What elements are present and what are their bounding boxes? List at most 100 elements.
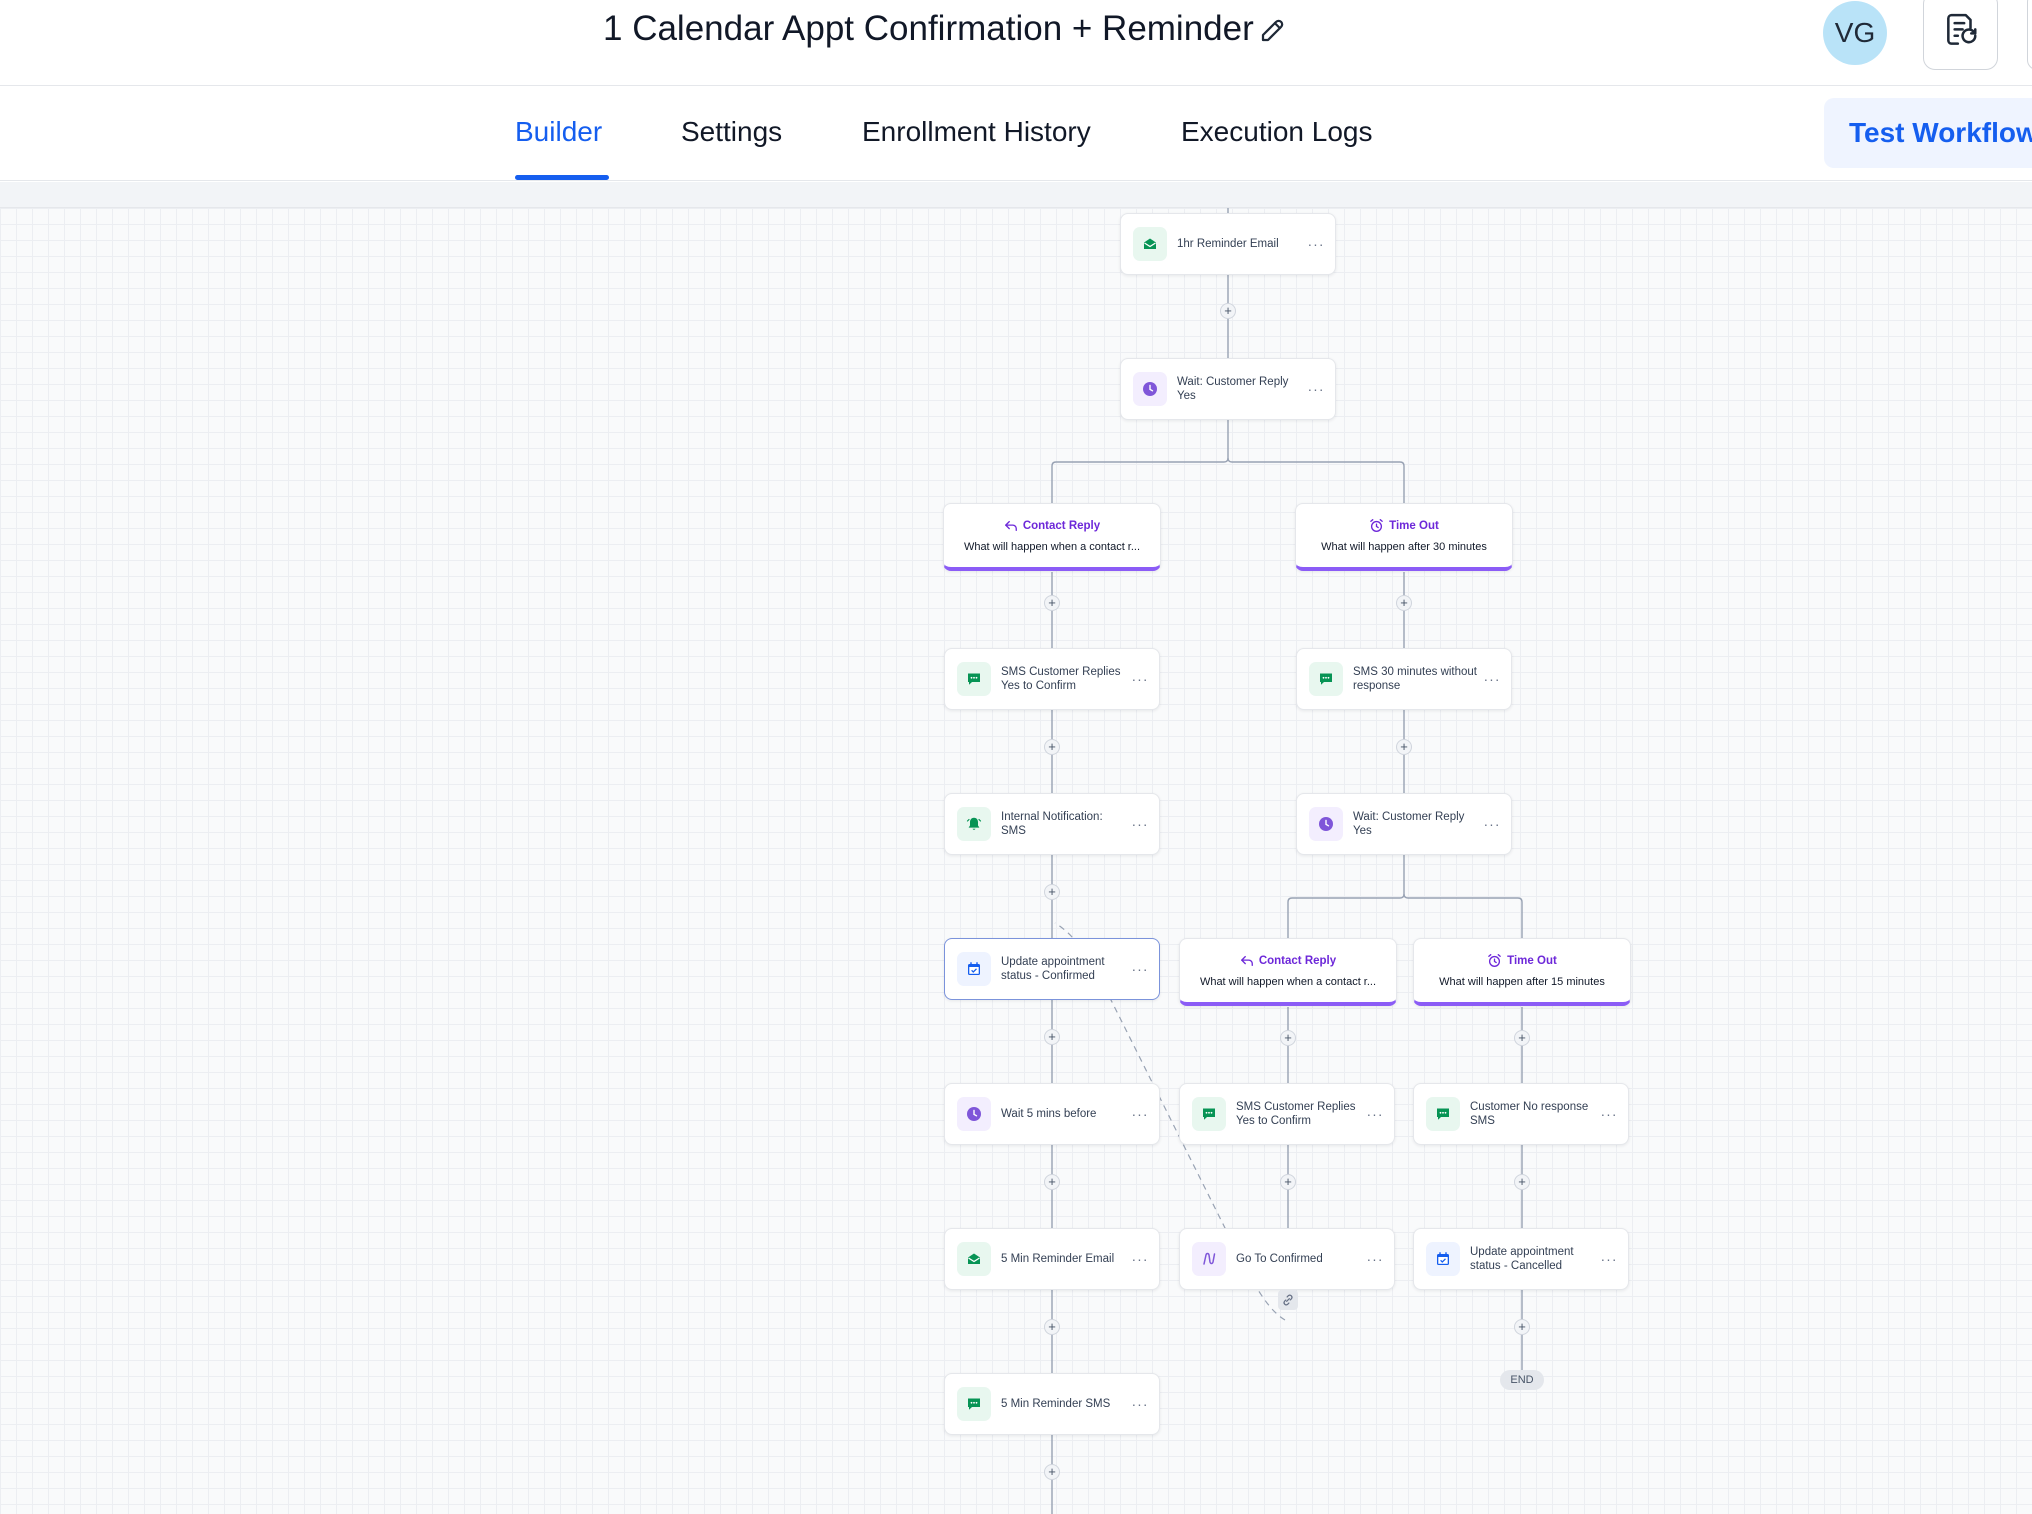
node-5-min-reminder-email[interactable]: 5 Min Reminder Email ···: [944, 1228, 1160, 1290]
node-menu-button[interactable]: ···: [1129, 671, 1151, 687]
node-wait-5-mins[interactable]: Wait 5 mins before ···: [944, 1083, 1160, 1145]
add-step-button[interactable]: +: [1044, 739, 1060, 755]
add-step-button[interactable]: +: [1044, 1319, 1060, 1335]
clock-icon: [1319, 817, 1333, 831]
sms-icon: [1203, 1108, 1215, 1120]
node-menu-button[interactable]: ···: [1129, 1106, 1151, 1122]
canvas-toolbar-strip: [0, 182, 2032, 208]
workflow-logs-button[interactable]: [1923, 0, 1998, 70]
add-step-button[interactable]: +: [1044, 884, 1060, 900]
node-label: SMS Customer Replies Yes to Confirm: [1001, 666, 1121, 692]
goto-link-button[interactable]: [1278, 1290, 1298, 1310]
tab-builder[interactable]: Builder: [515, 114, 602, 150]
node-update-appointment-confirmed[interactable]: Update appointment status - Confirmed ··…: [944, 938, 1160, 1000]
connector: [1287, 855, 1405, 938]
node-sms-30-minutes-no-response[interactable]: SMS 30 minutes without response ···: [1296, 648, 1512, 710]
branch-description: What will happen after 30 minutes: [1321, 541, 1487, 553]
sms-icon: [1320, 673, 1332, 685]
node-label: Customer No response SMS: [1470, 1101, 1589, 1127]
branch-title: Contact Reply: [1022, 519, 1101, 532]
add-step-button[interactable]: +: [1220, 303, 1236, 319]
connector: [1403, 893, 1523, 938]
node-label: 1hr Reminder Email: [1177, 238, 1279, 250]
branch-timeout-30[interactable]: Time Out What will happen after 30 minut…: [1295, 503, 1513, 571]
node-menu-button[interactable]: ···: [1305, 381, 1327, 397]
email-icon: [968, 1253, 980, 1264]
add-step-button[interactable]: +: [1280, 1174, 1296, 1190]
add-step-button[interactable]: +: [1396, 739, 1412, 755]
add-step-button[interactable]: +: [1044, 1029, 1060, 1045]
header-overflow-button[interactable]: [2027, 0, 2032, 70]
add-step-button[interactable]: +: [1044, 595, 1060, 611]
node-update-appointment-cancelled[interactable]: Update appointment status - Cancelled ··…: [1413, 1228, 1629, 1290]
node-menu-button[interactable]: ···: [1129, 816, 1151, 832]
node-wait-customer-reply-1[interactable]: Wait: Customer Reply Yes ···: [1120, 358, 1336, 420]
node-menu-button[interactable]: ···: [1364, 1106, 1386, 1122]
email-icon: [1144, 238, 1156, 249]
branch-contact-reply-1[interactable]: Contact Reply What will happen when a co…: [943, 503, 1161, 571]
calendar-check-icon: [1437, 1252, 1449, 1265]
node-internal-notification[interactable]: Internal Notification: SMS ···: [944, 793, 1160, 855]
add-step-button[interactable]: +: [1514, 1319, 1530, 1335]
tab-enrollment-history[interactable]: Enrollment History: [862, 114, 1091, 150]
node-label: Internal Notification: SMS: [1001, 811, 1103, 837]
node-customer-no-response-sms[interactable]: Customer No response SMS ···: [1413, 1083, 1629, 1145]
add-step-button[interactable]: +: [1396, 595, 1412, 611]
tab-execution-logs[interactable]: Execution Logs: [1181, 114, 1372, 150]
node-menu-button[interactable]: ···: [1129, 1251, 1151, 1267]
node-go-to-confirmed[interactable]: Go To Confirmed ···: [1179, 1228, 1395, 1290]
clock-icon: [967, 1107, 981, 1121]
add-step-button[interactable]: +: [1280, 1030, 1296, 1046]
node-label: 5 Min Reminder Email: [1001, 1253, 1115, 1265]
node-menu-button[interactable]: ···: [1481, 671, 1503, 687]
sms-icon: [968, 673, 980, 685]
workflow-header: 1 Calendar Appt Confirmation + Reminder …: [0, 0, 2032, 86]
workflow-title: 1 Calendar Appt Confirmation + Reminder: [603, 9, 1254, 48]
node-sms-customer-replies-1[interactable]: SMS Customer Replies Yes to Confirm ···: [944, 648, 1160, 710]
edit-title-button[interactable]: [1255, 12, 1291, 48]
alarm-icon: [1488, 954, 1501, 967]
add-step-button[interactable]: +: [1044, 1464, 1060, 1480]
branch-description: What will happen when a contact r...: [963, 540, 1141, 553]
workflow-canvas[interactable]: 1hr Reminder Email ··· Wait: Customer Re…: [0, 208, 2032, 1514]
add-step-button[interactable]: +: [1044, 1174, 1060, 1190]
node-label: Go To Confirmed: [1236, 1253, 1323, 1265]
branch-title: Time Out: [1389, 519, 1439, 532]
node-menu-button[interactable]: ···: [1364, 1251, 1386, 1267]
link-icon: [1283, 1294, 1293, 1306]
node-label: Update appointment status - Confirmed: [1001, 956, 1105, 982]
node-label: Update appointment status - Cancelled: [1470, 1246, 1574, 1272]
add-step-button[interactable]: +: [1514, 1174, 1530, 1190]
test-workflow-button[interactable]: Test Workflow: [1824, 98, 2032, 168]
branch-title: Time Out: [1507, 954, 1557, 967]
branch-timeout-15[interactable]: Time Out What will happen after 15 minut…: [1413, 938, 1631, 1006]
node-menu-button[interactable]: ···: [1129, 961, 1151, 977]
sms-icon: [968, 1398, 980, 1410]
branch-contact-reply-2[interactable]: Contact Reply What will happen when a co…: [1179, 938, 1397, 1006]
node-menu-button[interactable]: ···: [1129, 1396, 1151, 1412]
node-1hr-reminder-email[interactable]: 1hr Reminder Email ···: [1120, 213, 1336, 275]
connector-lines: [1051, 208, 1523, 1514]
user-avatar[interactable]: VG: [1823, 1, 1887, 65]
node-menu-button[interactable]: ···: [1598, 1106, 1620, 1122]
node-menu-button[interactable]: ···: [1598, 1251, 1620, 1267]
active-tab-indicator: [515, 175, 609, 180]
goto-icon: [1203, 1252, 1216, 1265]
pencil-icon: [1261, 19, 1284, 42]
node-sms-customer-replies-2[interactable]: SMS Customer Replies Yes to Confirm ···: [1179, 1083, 1395, 1145]
tab-settings[interactable]: Settings: [681, 114, 782, 150]
node-wait-customer-reply-2[interactable]: Wait: Customer Reply Yes ···: [1296, 793, 1512, 855]
bell-icon: [966, 817, 982, 830]
connector: [1051, 420, 1229, 503]
branch-description: What will happen after 15 minutes: [1439, 976, 1605, 988]
node-label: 5 Min Reminder SMS: [1001, 1398, 1111, 1410]
connector: [1227, 457, 1405, 503]
node-menu-button[interactable]: ···: [1481, 816, 1503, 832]
reply-icon: [1004, 520, 1017, 531]
add-step-button[interactable]: +: [1514, 1030, 1530, 1046]
node-label: SMS Customer Replies Yes to Confirm: [1236, 1101, 1356, 1127]
node-label: Wait 5 mins before: [1001, 1108, 1097, 1120]
node-label: Wait: Customer Reply Yes: [1177, 376, 1289, 402]
node-menu-button[interactable]: ···: [1305, 236, 1327, 252]
node-5-min-reminder-sms[interactable]: 5 Min Reminder SMS ···: [944, 1373, 1160, 1435]
